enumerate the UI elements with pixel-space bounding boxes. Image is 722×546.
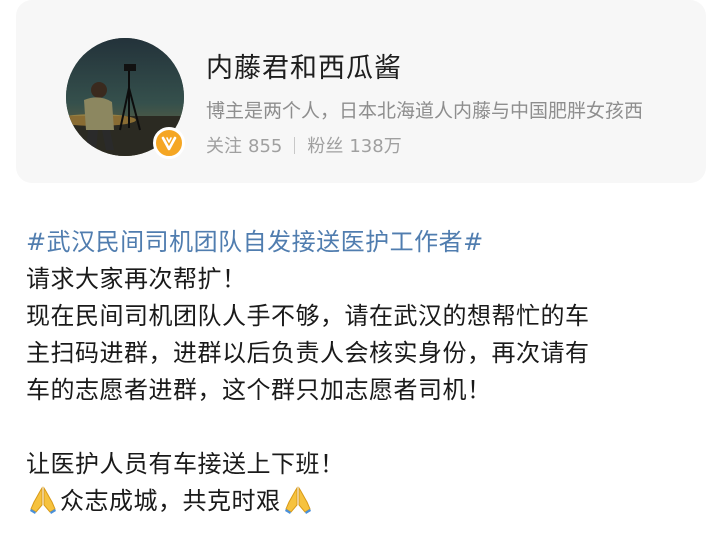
profile-card[interactable]: 内藤君和西瓜酱 博主是两个人，日本北海道人内藤与中国肥胖女孩西 关注 855 粉丝… xyxy=(16,0,706,183)
profile-bio: 博主是两个人，日本北海道人内藤与中国肥胖女孩西 xyxy=(206,100,644,122)
following-label: 关注 xyxy=(206,136,242,157)
post-line-1: 请求大家再次帮扩！ xyxy=(26,265,247,293)
verified-badge xyxy=(153,127,185,159)
followers-label: 粉丝 xyxy=(307,136,344,157)
following-stat[interactable]: 关注 855 xyxy=(206,132,282,158)
followers-stat[interactable]: 粉丝 138万 xyxy=(307,132,401,158)
post-line-4: 车的志愿者进群，这个群只加志愿者司机！ xyxy=(26,376,492,404)
post-line-2: 现在民间司机团队人手不够，请在武汉的想帮忙的车 xyxy=(26,302,590,330)
followers-count: 138万 xyxy=(349,136,402,157)
profile-stats: 关注 855 粉丝 138万 xyxy=(206,132,402,158)
post-line-5: 让医护人员有车接送上下班！ xyxy=(26,450,345,478)
post-line-6-text: 众志成城，共克时艰 xyxy=(60,487,281,515)
topic-hashtag-link[interactable]: #武汉民间司机团队自发接送医护工作者# xyxy=(26,224,716,261)
folded-hands-icon xyxy=(28,485,58,515)
screenshot-page: 内藤君和西瓜酱 博主是两个人，日本北海道人内藤与中国肥胖女孩西 关注 855 粉丝… xyxy=(0,0,722,546)
post-line-6: 众志成城，共克时艰 xyxy=(26,483,716,520)
following-count: 855 xyxy=(248,136,283,157)
stats-divider xyxy=(294,136,296,154)
post-body: #武汉民间司机团队自发接送医护工作者# 请求大家再次帮扩！ 现在民间司机团队人手… xyxy=(26,224,716,520)
folded-hands-icon xyxy=(283,485,313,515)
profile-username[interactable]: 内藤君和西瓜酱 xyxy=(206,46,402,85)
post-line-3: 主扫码进群，进群以后负责人会核实身份，再次请有 xyxy=(26,339,590,367)
verified-v-icon xyxy=(161,136,177,151)
